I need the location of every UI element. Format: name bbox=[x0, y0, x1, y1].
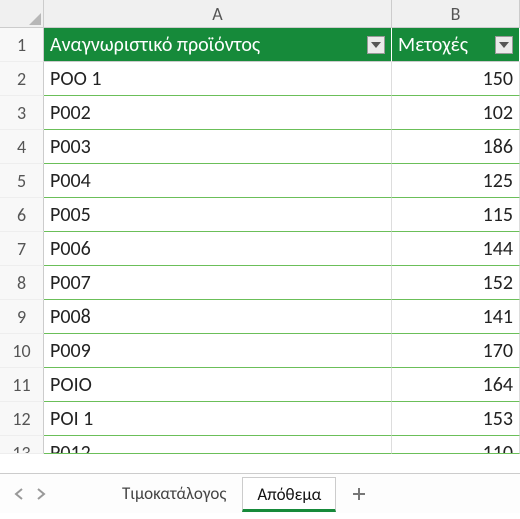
cell-product-id[interactable]: P008 bbox=[44, 300, 392, 334]
cell-product-id[interactable]: P004 bbox=[44, 164, 392, 198]
row-header[interactable]: 5 bbox=[0, 164, 44, 198]
plus-icon bbox=[352, 487, 366, 501]
filter-dropdown-icon[interactable] bbox=[495, 36, 513, 54]
cell-product-id[interactable]: P005 bbox=[44, 198, 392, 232]
row-header[interactable]: 3 bbox=[0, 96, 44, 130]
row-header[interactable]: 2 bbox=[0, 62, 44, 96]
cell-qty[interactable]: 153 bbox=[392, 402, 520, 436]
cell-product-id[interactable]: P012 bbox=[44, 436, 392, 454]
row-header[interactable]: 8 bbox=[0, 266, 44, 300]
row-header[interactable]: 13 bbox=[0, 436, 44, 454]
cell-product-id[interactable]: P009 bbox=[44, 334, 392, 368]
column-header-B[interactable]: B bbox=[392, 0, 520, 28]
cell-qty[interactable]: 170 bbox=[392, 334, 520, 368]
sheet-nav-prev-icon[interactable] bbox=[8, 480, 30, 508]
spreadsheet-grid: A B 1 Αναγνωριστικό προϊόντος Μετοχές 2 … bbox=[0, 0, 520, 454]
cell-qty[interactable]: 186 bbox=[392, 130, 520, 164]
select-all-corner[interactable] bbox=[0, 0, 44, 28]
column-header-A[interactable]: A bbox=[44, 0, 392, 28]
cell-product-id[interactable]: P002 bbox=[44, 96, 392, 130]
cell-qty[interactable]: 102 bbox=[392, 96, 520, 130]
sheet-tab-inventory[interactable]: Απόθεμα bbox=[242, 477, 336, 512]
table-header-label: Αναγνωριστικό προϊόντος bbox=[50, 33, 363, 57]
sheet-tab-bar: Τιμοκατάλογος Απόθεμα bbox=[0, 473, 520, 513]
table-header-product-id[interactable]: Αναγνωριστικό προϊόντος bbox=[44, 28, 392, 62]
cell-qty[interactable]: 125 bbox=[392, 164, 520, 198]
cell-qty[interactable]: 164 bbox=[392, 368, 520, 402]
cell-qty[interactable]: 152 bbox=[392, 266, 520, 300]
table-header-label: Μετοχές bbox=[398, 33, 491, 57]
cell-product-id[interactable]: P007 bbox=[44, 266, 392, 300]
row-header[interactable]: 6 bbox=[0, 198, 44, 232]
sheet-tab-pricelist[interactable]: Τιμοκατάλογος bbox=[108, 477, 240, 510]
row-header-1[interactable]: 1 bbox=[0, 28, 44, 62]
cell-qty[interactable]: 144 bbox=[392, 232, 520, 266]
add-sheet-button[interactable] bbox=[344, 479, 374, 509]
table-header-shares[interactable]: Μετοχές bbox=[392, 28, 520, 62]
cell-product-id[interactable]: P006 bbox=[44, 232, 392, 266]
cell-qty[interactable]: 141 bbox=[392, 300, 520, 334]
filter-dropdown-icon[interactable] bbox=[367, 36, 385, 54]
row-header[interactable]: 10 bbox=[0, 334, 44, 368]
row-header[interactable]: 4 bbox=[0, 130, 44, 164]
row-header[interactable]: 7 bbox=[0, 232, 44, 266]
row-header[interactable]: 11 bbox=[0, 368, 44, 402]
sheet-nav-next-icon[interactable] bbox=[30, 480, 52, 508]
cell-product-id[interactable]: POO 1 bbox=[44, 62, 392, 96]
row-header[interactable]: 12 bbox=[0, 402, 44, 436]
cell-qty[interactable]: 115 bbox=[392, 198, 520, 232]
row-header[interactable]: 9 bbox=[0, 300, 44, 334]
cell-product-id[interactable]: POI 1 bbox=[44, 402, 392, 436]
cell-qty[interactable]: 110 bbox=[392, 436, 520, 454]
cell-product-id[interactable]: POIO bbox=[44, 368, 392, 402]
cell-product-id[interactable]: P003 bbox=[44, 130, 392, 164]
cell-qty[interactable]: 150 bbox=[392, 62, 520, 96]
